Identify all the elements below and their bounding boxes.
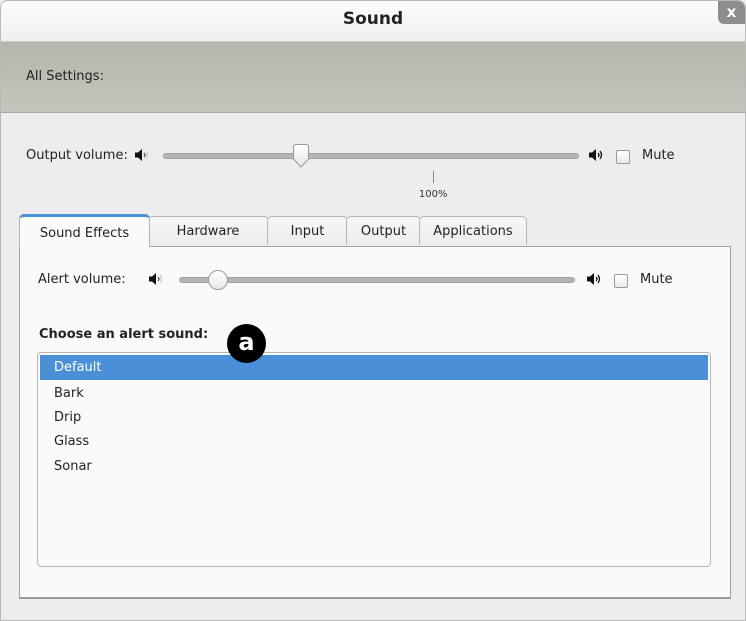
tab-output[interactable]: Output xyxy=(346,216,421,245)
tab-hardware[interactable]: Hardware xyxy=(147,216,269,245)
volume-100-label: 100% xyxy=(418,189,448,200)
alert-mute-label: Mute xyxy=(640,272,673,287)
list-item-drip[interactable]: Drip xyxy=(40,405,708,430)
output-volume-slider-thumb[interactable] xyxy=(292,144,310,168)
close-button[interactable]: x xyxy=(718,1,745,24)
sound-window: Sound x All Settings: Output volume: Mut… xyxy=(0,0,746,621)
alert-speaker-low-icon xyxy=(149,273,163,285)
alert-volume-slider[interactable] xyxy=(179,277,575,283)
all-settings-link[interactable]: All Settings: xyxy=(26,69,104,84)
output-volume-label: Output volume: xyxy=(26,148,128,163)
volume-100-tick xyxy=(432,171,434,183)
speaker-high-icon xyxy=(589,149,603,161)
list-item-default[interactable]: Default xyxy=(40,355,708,380)
output-volume-slider[interactable] xyxy=(163,153,579,159)
output-mute-label: Mute xyxy=(642,148,675,163)
tab-input[interactable]: Input xyxy=(267,216,348,245)
alert-speaker-high-icon xyxy=(587,273,601,285)
choose-alert-sound-label: Choose an alert sound: xyxy=(39,327,209,342)
alert-volume-label: Alert volume: xyxy=(38,272,126,287)
output-mute-checkbox[interactable] xyxy=(616,150,630,164)
annotation-badge: a xyxy=(227,324,266,363)
tab-applications[interactable]: Applications xyxy=(419,216,527,245)
alert-mute-checkbox[interactable] xyxy=(614,274,628,288)
window-title: Sound xyxy=(342,9,404,29)
alert-sound-list[interactable]: Default Bark Drip Glass Sonar xyxy=(37,352,711,567)
list-item-sonar[interactable]: Sonar xyxy=(40,454,708,479)
title-bar: Sound x xyxy=(1,1,745,42)
list-item-bark[interactable]: Bark xyxy=(40,381,708,406)
all-settings-bar: All Settings: xyxy=(1,42,745,113)
list-item-glass[interactable]: Glass xyxy=(40,429,708,454)
tab-sound-effects[interactable]: Sound Effects xyxy=(19,214,150,247)
speaker-low-icon xyxy=(135,149,149,161)
